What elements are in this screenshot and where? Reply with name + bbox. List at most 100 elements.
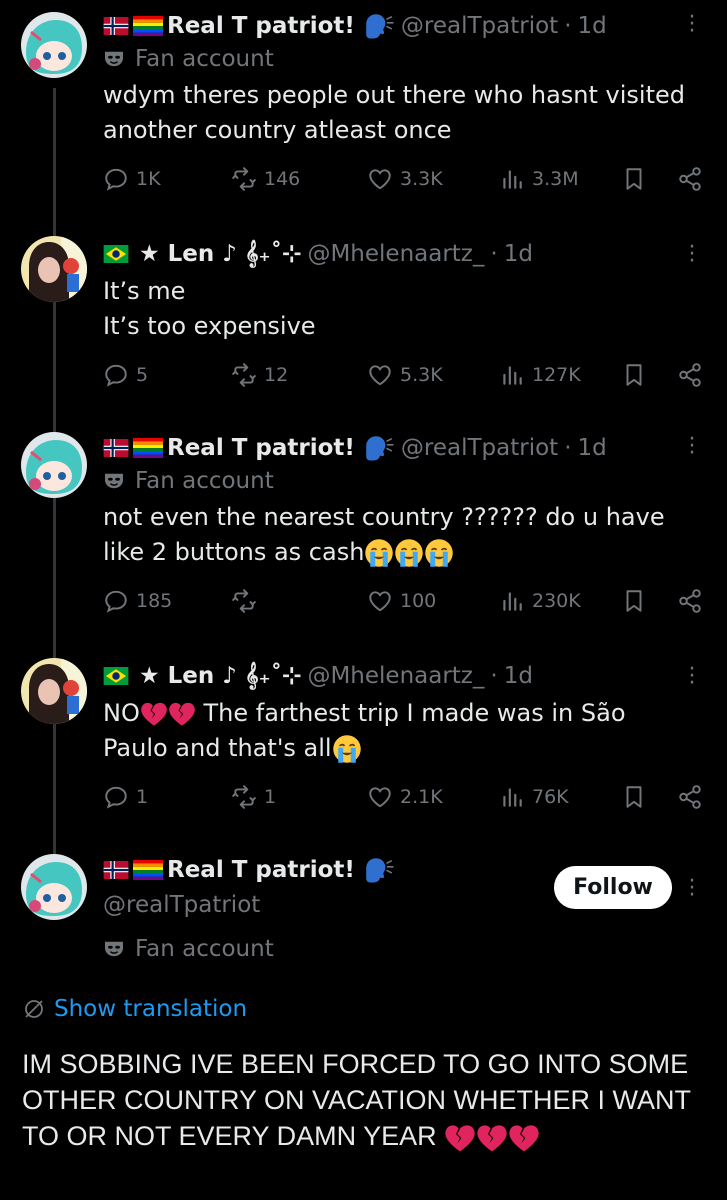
share-button[interactable] bbox=[677, 362, 710, 388]
tweet-header: ★ Len ♪ 𝄞₊˚⊹ @Mhelenaartz_ · 1d bbox=[103, 238, 533, 270]
speaking-head-icon bbox=[363, 856, 395, 884]
views-icon bbox=[499, 784, 525, 810]
share-button[interactable] bbox=[677, 784, 710, 810]
user-handle[interactable]: @realTpatriot bbox=[401, 435, 558, 461]
broken-heart-icon bbox=[444, 1123, 476, 1153]
retweet-icon bbox=[231, 362, 257, 388]
action-bar: 1K 146 3.3K 3.3M bbox=[103, 166, 703, 196]
retweet-button[interactable]: 12 bbox=[231, 362, 288, 388]
avatar[interactable] bbox=[21, 432, 87, 498]
share-button[interactable] bbox=[677, 588, 710, 614]
user-handle[interactable]: @Mhelenaartz_ bbox=[307, 241, 484, 267]
action-bar: 1 1 2.1K 76K bbox=[103, 784, 703, 814]
reply-count: 5 bbox=[136, 364, 149, 386]
share-icon bbox=[677, 166, 703, 192]
views-icon bbox=[499, 588, 525, 614]
retweet-icon bbox=[231, 588, 257, 614]
reply-button[interactable]: 185 bbox=[103, 588, 172, 614]
like-button[interactable]: 2.1K bbox=[367, 784, 443, 810]
view-count: 3.3M bbox=[532, 168, 579, 190]
display-name[interactable]: Real T patriot! bbox=[167, 435, 355, 461]
retweet-count: 12 bbox=[264, 364, 289, 386]
speaking-head-icon bbox=[363, 12, 395, 40]
mask-icon bbox=[103, 472, 125, 490]
avatar[interactable] bbox=[21, 12, 87, 78]
more-options-icon[interactable]: · · · bbox=[687, 237, 697, 273]
avatar[interactable] bbox=[21, 854, 87, 920]
bookmark-icon bbox=[621, 588, 647, 614]
user-handle[interactable]: @Mhelenaartz_ bbox=[307, 663, 484, 689]
reply-icon bbox=[103, 362, 129, 388]
reply-button[interactable]: 5 bbox=[103, 362, 148, 388]
more-options-icon[interactable]: · · · bbox=[687, 7, 697, 43]
show-translation-link[interactable]: Show translation bbox=[22, 996, 247, 1022]
speaking-head-icon bbox=[363, 434, 395, 462]
brazil-flag-icon bbox=[103, 245, 129, 263]
avatar[interactable] bbox=[21, 236, 87, 302]
fan-account-badge: Fan account bbox=[103, 468, 274, 494]
timestamp[interactable]: 1d bbox=[504, 663, 533, 689]
more-options-icon[interactable]: · · · bbox=[687, 871, 697, 907]
tweet-text-line: It’s too expensive bbox=[103, 312, 316, 340]
translate-icon bbox=[22, 997, 46, 1021]
retweet-button[interactable]: 1 bbox=[231, 784, 276, 810]
like-button[interactable]: 3.3K bbox=[367, 166, 443, 192]
user-handle[interactable]: @realTpatriot bbox=[401, 13, 558, 39]
display-name[interactable]: ★ Len ♪ 𝄞₊˚⊹ bbox=[139, 241, 301, 267]
norway-flag-icon bbox=[103, 439, 129, 457]
views-button[interactable]: 76K bbox=[499, 784, 569, 810]
reply-button[interactable]: 1 bbox=[103, 784, 148, 810]
timestamp[interactable]: 1d bbox=[504, 241, 533, 267]
tweet-text-line: It’s me bbox=[103, 277, 186, 305]
main-post-text: IM SOBBING IVE BEEN FORCED TO GO INTO SO… bbox=[22, 1046, 712, 1154]
display-name[interactable]: Real T patriot! bbox=[167, 13, 355, 39]
sob-emoji-icon bbox=[394, 538, 424, 568]
timestamp[interactable]: 1d bbox=[578, 435, 607, 461]
share-icon bbox=[677, 362, 703, 388]
views-button[interactable]: 127K bbox=[499, 362, 581, 388]
views-icon bbox=[499, 166, 525, 192]
like-button[interactable]: 100 bbox=[367, 588, 436, 614]
tweet-text: It’s me It’s too expensive bbox=[103, 274, 687, 344]
pride-flag-icon bbox=[133, 860, 163, 880]
brazil-flag-icon bbox=[103, 667, 129, 685]
retweet-button[interactable]: 146 bbox=[231, 166, 300, 192]
bookmark-button[interactable] bbox=[621, 784, 654, 810]
retweet-button[interactable] bbox=[231, 588, 264, 614]
views-button[interactable]: 230K bbox=[499, 588, 581, 614]
view-count: 230K bbox=[532, 590, 581, 612]
bookmark-button[interactable] bbox=[621, 588, 654, 614]
tweet-text: not even the nearest country ?????? do u… bbox=[103, 500, 687, 570]
views-button[interactable]: 3.3M bbox=[499, 166, 579, 192]
bookmark-icon bbox=[621, 362, 647, 388]
display-name[interactable]: ★ Len ♪ 𝄞₊˚⊹ bbox=[139, 663, 301, 689]
sob-emoji-icon bbox=[364, 538, 394, 568]
heart-icon bbox=[367, 784, 393, 810]
share-button[interactable] bbox=[677, 166, 710, 192]
tweet-header: Real T patriot! bbox=[103, 854, 395, 886]
display-name[interactable]: Real T patriot! bbox=[167, 857, 355, 883]
view-count: 127K bbox=[532, 364, 581, 386]
user-handle[interactable]: @realTpatriot bbox=[103, 892, 260, 918]
avatar[interactable] bbox=[21, 658, 87, 724]
more-options-icon[interactable]: · · · bbox=[687, 659, 697, 695]
bookmark-button[interactable] bbox=[621, 166, 654, 192]
main-post-text-content: IM SOBBING IVE BEEN FORCED TO GO INTO SO… bbox=[22, 1049, 691, 1151]
retweet-count: 146 bbox=[264, 168, 301, 190]
reply-count: 1K bbox=[136, 168, 161, 190]
reply-button[interactable]: 1K bbox=[103, 166, 161, 192]
timestamp[interactable]: 1d bbox=[578, 13, 607, 39]
share-icon bbox=[677, 784, 703, 810]
heart-icon bbox=[367, 362, 393, 388]
follow-button[interactable]: Follow bbox=[554, 866, 672, 909]
like-button[interactable]: 5.3K bbox=[367, 362, 443, 388]
bookmark-icon bbox=[621, 784, 647, 810]
retweet-count: 1 bbox=[264, 786, 277, 808]
translation-label: Show translation bbox=[54, 996, 248, 1022]
share-icon bbox=[677, 588, 703, 614]
more-options-icon[interactable]: · · · bbox=[687, 429, 697, 465]
fan-account-badge: Fan account bbox=[103, 46, 274, 72]
tweet-header: Real T patriot! @realTpatriot · 1d bbox=[103, 432, 607, 464]
bookmark-button[interactable] bbox=[621, 362, 654, 388]
tweet-text: NO The farthest trip I made was in São P… bbox=[103, 696, 687, 766]
